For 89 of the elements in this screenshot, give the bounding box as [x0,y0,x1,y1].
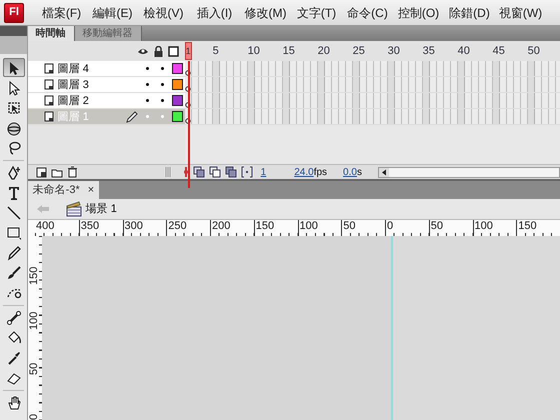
pen-tool-icon [6,164,22,181]
paint-bucket-icon [6,330,22,346]
ruler-label: 100 [28,310,41,330]
layer-name: 圖層 3 [58,78,89,92]
frame-rate-unit: fps [314,166,328,180]
onion-skin-icon[interactable] [192,166,205,178]
pencil-icon [6,244,22,261]
scene-name[interactable]: 場景 1 [86,200,117,218]
sphere-icon [6,120,22,136]
text-tool-icon [6,184,22,201]
menu-item[interactable]: 插入(I) [189,2,240,23]
layer-row[interactable]: 圖層 4 [28,61,185,78]
frame-number: 35 [422,44,436,59]
menu-item[interactable]: 控制(O) [393,2,444,23]
new-layer-icon[interactable] [36,166,47,178]
menu-item[interactable]: 檔案(F) [36,2,87,23]
free-transform-icon [6,100,22,116]
horizontal-scrollbar[interactable] [378,166,560,178]
layer-icon [44,63,54,74]
brush-icon [6,264,22,281]
playhead[interactable] [188,61,190,188]
app-logo: Fl [4,2,24,23]
frame-number: 10 [248,44,261,59]
frame-number: 30 [388,44,401,59]
layer-color-swatch[interactable] [172,79,183,90]
ruler-label: 0 [28,412,41,420]
lock-dot[interactable] [160,67,164,70]
visibility-dot[interactable] [146,83,149,86]
visibility-dot[interactable] [146,67,149,70]
layer-name: 圖層 4 [58,62,89,76]
menu-item[interactable]: 文字(T) [291,2,342,23]
frame-number: 5 [212,44,220,59]
frame-number: 50 [528,44,541,59]
frame-number: 15 [282,44,296,59]
menu-item[interactable]: 修改(M) [240,2,291,23]
layer-name: 圖層 1 [58,110,89,124]
frame-number: 25 [352,44,366,59]
visibility-dot[interactable] [146,115,149,118]
layer-color-swatch[interactable] [172,111,183,122]
frame-number: 40 [458,44,471,59]
clapperboard-icon[interactable] [66,201,82,218]
panel-tab[interactable]: 時間軸 [28,26,75,42]
resize-grip-icon[interactable] [164,167,171,178]
layer-color-swatch[interactable] [172,63,183,74]
trash-icon[interactable] [66,166,78,178]
lock-dot[interactable] [160,115,164,118]
menu-item[interactable]: 命令(C) [342,2,393,23]
outline-icon[interactable] [168,46,179,57]
layer-color-swatch[interactable] [172,95,183,106]
frame-rate[interactable]: 24.0 [294,164,314,180]
menu-item[interactable]: 除錯(D) [444,2,495,23]
ruler-label: 50 [28,362,41,375]
frame-number: 45 [492,44,506,59]
toolbar-grip[interactable] [0,36,27,54]
elapsed-time-unit: s [356,166,362,180]
menu-item[interactable]: 編輯(E) [87,2,138,23]
lock-dot[interactable] [160,99,164,102]
menu-item[interactable]: 檢視(V) [138,2,189,23]
document-title: 未命名-3* [32,183,80,198]
menu-item[interactable]: 視窗(W) [495,2,546,23]
line-tool-icon [6,204,22,221]
layer-row[interactable]: 圖層 3 [28,77,185,94]
hand-tool-icon [6,394,22,411]
lock-icon[interactable] [152,46,164,57]
ruler-label: 150 [28,266,41,285]
document-tab[interactable]: 未命名-3* × [28,181,100,200]
ruler-label: 400 [35,220,56,234]
frame-number: 1 [184,42,192,60]
layer-icon [44,79,54,90]
frame-number: 20 [318,44,331,59]
close-tab-button[interactable]: × [88,181,94,200]
eyedropper-icon [6,350,22,366]
rectangle-tool-icon [6,224,22,241]
bone-tool-icon [6,310,22,326]
center-frame-icon[interactable] [182,166,189,178]
edit-frames-icon[interactable] [224,166,237,178]
onion-markers-icon[interactable] [240,166,253,178]
selection-tool-button[interactable] [3,58,25,78]
collapse-bar[interactable] [0,26,27,36]
elapsed-time[interactable]: 0.0 [343,164,357,180]
scroll-left-icon[interactable] [378,168,389,177]
layer-icon [44,111,54,122]
layer-name: 圖層 2 [58,94,89,108]
onion-outline-icon[interactable] [208,166,221,178]
current-frame[interactable]: 1 [260,164,266,180]
visibility-dot[interactable] [146,99,149,102]
eye-icon[interactable] [137,46,150,56]
lock-dot[interactable] [160,83,164,86]
layer-icon [44,95,54,106]
